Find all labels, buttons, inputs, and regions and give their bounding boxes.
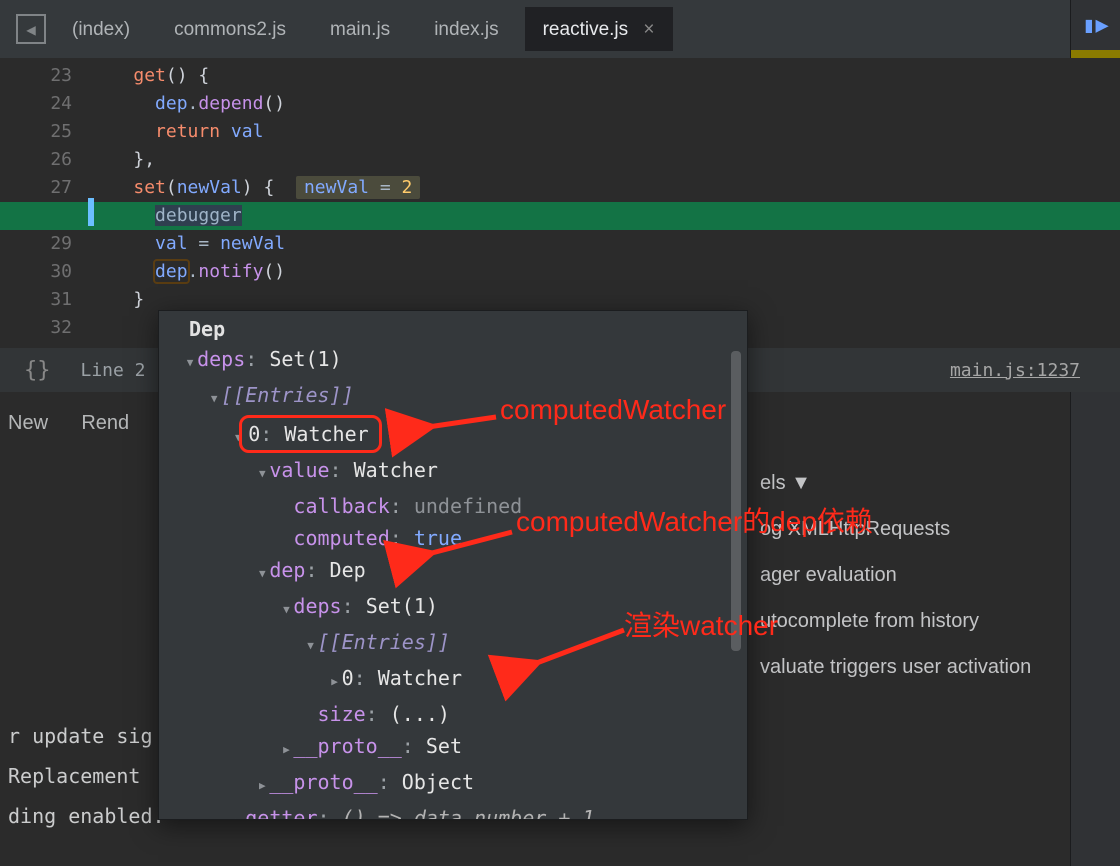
debugger-pause-icon[interactable]: ▮▶ [1071,0,1120,50]
expand-arrow-icon[interactable] [279,730,293,766]
settings-row[interactable]: ager evaluation [760,552,1031,598]
object-inspection-popup[interactable]: Dep deps: Set(1) [[Entries]] 0: Watcher … [158,310,748,820]
expand-arrow-icon[interactable] [328,662,342,698]
tree-row[interactable]: dep: Dep [159,554,747,590]
console-line: ding enabled. [8,796,165,836]
console-line: Replacement [8,756,165,796]
tab-index[interactable]: (index) [54,7,148,51]
tree-row[interactable]: 0: Watcher [159,662,747,698]
tab-main[interactable]: main.js [312,7,408,51]
expand-arrow-icon[interactable] [255,454,269,490]
expand-arrow-icon[interactable] [304,626,318,662]
inline-value-hint: newVal = 2 [296,176,420,199]
tree-row[interactable]: callback: undefined [159,490,747,522]
console-area: r update sig Replacement ding enabled. [8,716,165,836]
tree-row[interactable]: value: Watcher [159,454,747,490]
left-panel-fragment: New Rend [8,400,129,446]
expand-arrow-icon[interactable] [183,343,197,379]
left-panel-item[interactable]: Rend [81,412,129,434]
code-content: get() { dep.depend() return val }, set(n… [90,58,1070,348]
expand-arrow-icon[interactable] [255,766,269,802]
object-tree[interactable]: deps: Set(1) [[Entries]] 0: Watcher valu… [159,343,747,820]
tabs-bar: ◀ (index) commons2.js main.js index.js r… [0,0,1120,58]
console-line: r update sig [8,716,165,756]
popup-scrollbar[interactable] [731,351,741,651]
tab-commons2[interactable]: commons2.js [156,7,304,51]
tree-row[interactable]: deps: Set(1) [159,590,747,626]
tree-row[interactable]: computed: true [159,522,747,554]
tree-row[interactable]: __proto__: Set [159,730,747,766]
code-editor[interactable]: 23242526272829303132 get() { dep.depend(… [0,58,1120,348]
tab-index-js[interactable]: index.js [416,7,516,51]
expand-arrow-icon[interactable] [231,802,245,820]
source-location-link[interactable]: main.js:1237 [950,360,1080,381]
expand-arrow-icon[interactable] [279,590,293,626]
settings-row[interactable]: valuate triggers user activation [760,644,1031,690]
tree-row[interactable]: __proto__: Object [159,766,747,802]
console-settings-fragment: els ▼ og XMLHttpRequests ager evaluation… [760,460,1031,690]
status-line-text: Line 2 [81,360,146,381]
tab-reactive[interactable]: reactive.js × [525,7,673,51]
tree-row[interactable]: [[Entries]] [159,379,747,415]
expand-arrow-icon[interactable] [207,379,221,415]
tree-row[interactable]: size: (...) [159,698,747,730]
pretty-print-icon[interactable]: {} [24,358,51,383]
tree-row[interactable]: getter: () => data.number + 1 [159,802,747,820]
tree-row[interactable]: 0: Watcher [159,415,747,454]
left-panel-item[interactable]: New [8,412,48,434]
close-icon[interactable]: × [643,19,654,40]
popup-title: Dep [159,311,747,343]
execution-marker [88,198,94,226]
settings-row[interactable]: og XMLHttpRequests [760,506,1031,552]
tree-row[interactable]: deps: Set(1) [159,343,747,379]
nav-prev-icon[interactable]: ◀ [16,14,46,44]
tree-row[interactable]: [[Entries]] [159,626,747,662]
expand-arrow-icon[interactable] [255,554,269,590]
settings-row[interactable]: utocomplete from history [760,598,1031,644]
highlighted-watcher-entry: 0: Watcher [239,415,381,453]
settings-row[interactable]: els ▼ [760,460,1031,506]
